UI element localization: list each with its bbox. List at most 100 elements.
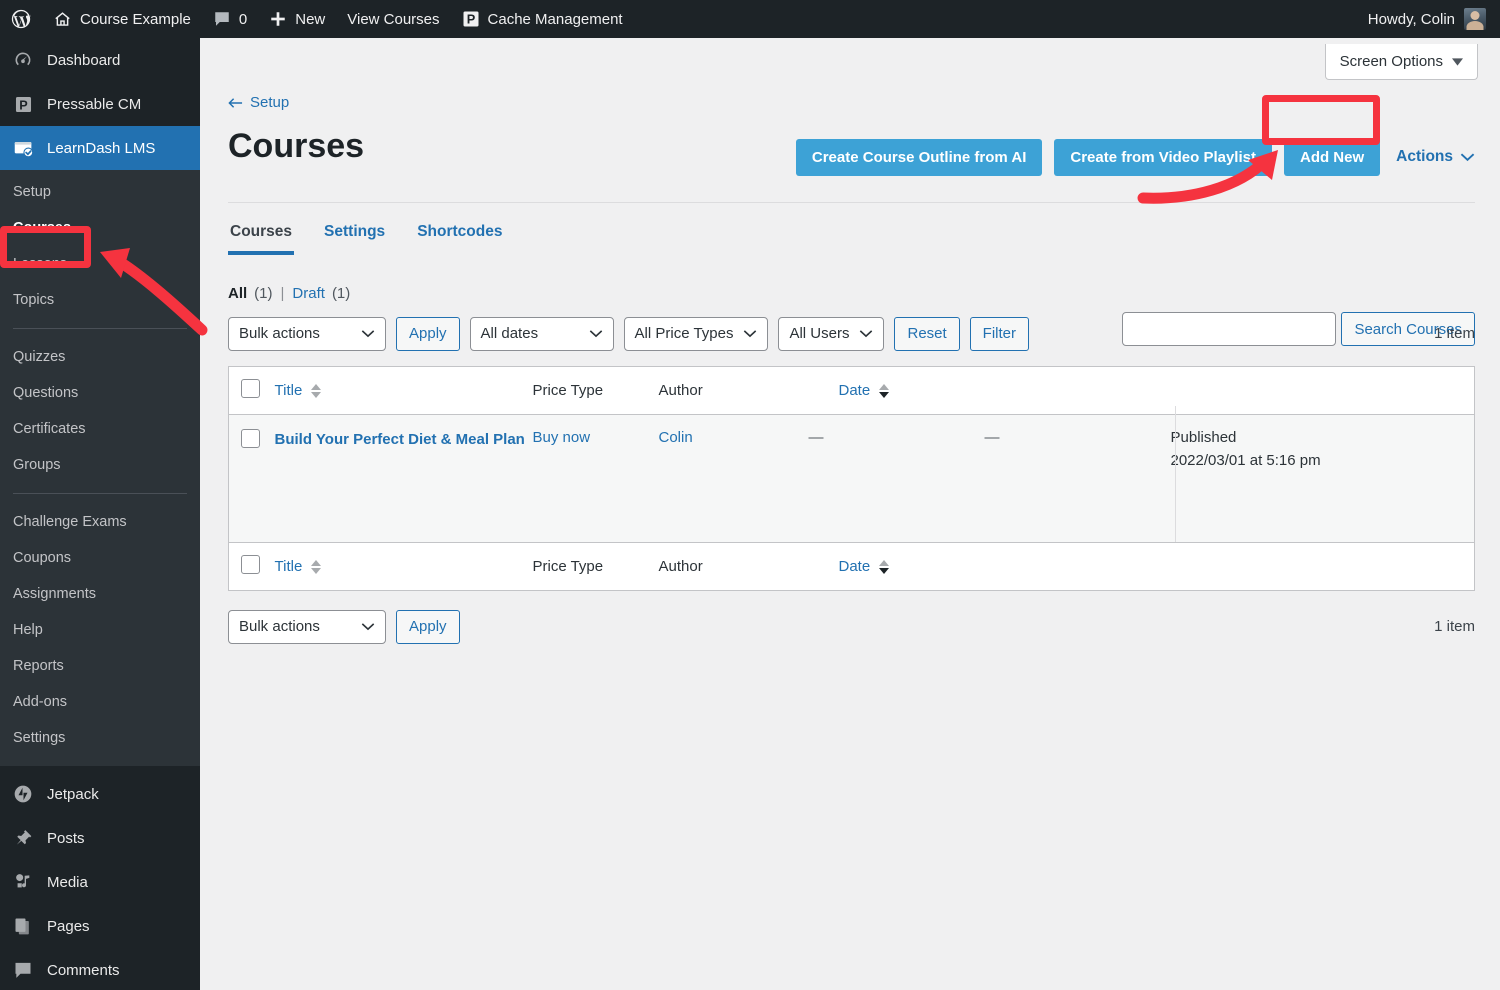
pin-icon (12, 828, 34, 848)
sidebar-subitem-help[interactable]: Help (0, 612, 200, 648)
sidebar-subitem-label: Settings (13, 730, 66, 746)
sidebar-subitem-reports[interactable]: Reports (0, 648, 200, 684)
apply-button-bottom[interactable]: Apply (396, 609, 460, 644)
column-header-price-type: Price Type (533, 366, 659, 414)
chevron-down-icon (361, 622, 375, 631)
learndash-submenu: Setup Courses Lessons Topics Quizzes Que… (0, 170, 200, 766)
sidebar-item-media[interactable]: Media (0, 860, 200, 904)
sidebar-subitem-label: Quizzes (13, 349, 66, 365)
tablenav-bottom: Bulk actions Apply 1 item (228, 607, 1475, 647)
select-all-header (229, 366, 275, 414)
select-all-checkbox[interactable] (241, 378, 260, 398)
status-link-draft[interactable]: Draft (292, 285, 325, 302)
tab-shortcodes[interactable]: Shortcodes (415, 217, 504, 255)
sidebar-item-pages[interactable]: Pages (0, 904, 200, 948)
course-title-link[interactable]: Build Your Perfect Diet & Meal Plan (275, 429, 525, 451)
status-count-draft: (1) (331, 284, 351, 302)
all-price-types-select[interactable]: All Price Types (623, 316, 769, 351)
new-label: New (295, 10, 326, 28)
select-all-footer (229, 542, 275, 590)
pressable-p-icon: P (462, 10, 480, 28)
page-title: Courses (228, 126, 365, 165)
column-label: Date (838, 381, 871, 399)
actions-dropdown[interactable]: Actions (1392, 148, 1475, 166)
chevron-down-icon (859, 329, 873, 338)
sidebar-item-label: Posts (47, 829, 85, 847)
status-link-all[interactable]: All (228, 285, 247, 302)
sidebar-subitem-courses[interactable]: Courses (0, 210, 200, 246)
sidebar-item-pressable-cm[interactable]: P Pressable CM (0, 82, 200, 126)
column-header-title[interactable]: Title (275, 366, 533, 414)
select-all-checkbox-footer[interactable] (241, 554, 260, 574)
column-footer-author: Author (659, 542, 809, 590)
all-users-select[interactable]: All Users (778, 316, 885, 351)
create-from-video-playlist-button[interactable]: Create from Video Playlist (1054, 138, 1272, 176)
sidebar-subitem-add-ons[interactable]: Add-ons (0, 684, 200, 720)
submenu-divider-2 (13, 493, 187, 494)
sidebar-subitem-label: Assignments (13, 586, 97, 602)
column-footer-title[interactable]: Title (275, 542, 533, 590)
sidebar-subitem-questions[interactable]: Questions (0, 375, 200, 411)
bulk-actions-select-bottom[interactable]: Bulk actions (228, 609, 386, 644)
table-footer-row: Title Price Type Author Date (228, 542, 1475, 590)
sidebar-subitem-challenge-exams[interactable]: Challenge Exams (0, 504, 200, 540)
column-header-date[interactable]: Date (839, 366, 1475, 414)
sidebar-item-comments[interactable]: Comments (0, 948, 200, 990)
sidebar-subitem-quizzes[interactable]: Quizzes (0, 339, 200, 375)
new-content-menu[interactable]: New (258, 0, 336, 38)
sidebar-subitem-settings[interactable]: Settings (0, 720, 200, 756)
column-label: Title (274, 381, 303, 399)
learndash-icon (12, 138, 34, 159)
sidebar-item-jetpack[interactable]: Jetpack (0, 772, 200, 816)
author-link[interactable]: Colin (659, 429, 693, 446)
sidebar-item-learndash-lms[interactable]: LearnDash LMS (0, 126, 200, 170)
sidebar-item-label: Comments (47, 961, 120, 979)
apply-button-top[interactable]: Apply (396, 316, 460, 351)
sidebar-subitem-groups[interactable]: Groups (0, 447, 200, 483)
add-new-button[interactable]: Add New (1283, 138, 1381, 176)
status-separator: | (280, 284, 285, 302)
sidebar-subitem-topics[interactable]: Topics (0, 282, 200, 318)
wordpress-logo-menu[interactable] (0, 0, 42, 38)
sidebar-item-label: Pressable CM (47, 95, 142, 113)
price-type-link[interactable]: Buy now (533, 429, 591, 446)
back-to-setup-link[interactable]: Setup (228, 94, 289, 111)
sidebar-subitem-label: Questions (13, 385, 79, 401)
view-courses-menu[interactable]: View Courses (336, 0, 450, 38)
sidebar-subitem-assignments[interactable]: Assignments (0, 576, 200, 612)
sidebar-subitem-certificates[interactable]: Certificates (0, 411, 200, 447)
my-account-menu[interactable]: Howdy, Colin (1368, 8, 1500, 30)
filter-button[interactable]: Filter (969, 316, 1030, 351)
cache-management-menu[interactable]: P Cache Management (451, 0, 634, 38)
sidebar-subitem-label: Reports (13, 658, 64, 674)
sidebar-item-posts[interactable]: Posts (0, 816, 200, 860)
sidebar-subitem-setup[interactable]: Setup (0, 174, 200, 210)
column-header-blank-1 (809, 366, 985, 414)
create-course-outline-from-ai-button[interactable]: Create Course Outline from AI (795, 138, 1043, 176)
cell-title: Build Your Perfect Diet & Meal Plan (275, 414, 533, 542)
wp-admin-bar: Course Example 0 New View Courses P Cach… (0, 0, 1500, 38)
tab-courses[interactable]: Courses (228, 217, 295, 255)
sidebar-subitem-lessons[interactable]: Lessons (0, 246, 200, 282)
bulk-actions-select-top[interactable]: Bulk actions (228, 316, 386, 351)
arrow-left-icon (228, 97, 243, 109)
actions-label: Actions (1396, 148, 1453, 165)
tab-settings[interactable]: Settings (322, 217, 387, 255)
header-divider (228, 201, 1475, 203)
comments-menu[interactable]: 0 (202, 0, 258, 38)
screen-options-button[interactable]: Screen Options (1324, 44, 1478, 80)
table-header-row: Title Price Type Author Date (228, 366, 1475, 414)
column-footer-date[interactable]: Date (839, 542, 1475, 590)
empty-value: — (984, 428, 1000, 446)
column-header-author: Author (659, 366, 809, 414)
all-dates-select[interactable]: All dates (469, 316, 614, 351)
row-checkbox[interactable] (241, 428, 260, 448)
table-column-divider (1175, 406, 1176, 542)
sort-arrows-icon (879, 559, 890, 574)
sidebar-subitem-coupons[interactable]: Coupons (0, 540, 200, 576)
reset-button[interactable]: Reset (894, 316, 960, 351)
sidebar-item-dashboard[interactable]: Dashboard (0, 38, 200, 82)
screen-root: Course Example 0 New View Courses P Cach… (0, 0, 1500, 990)
site-name-menu[interactable]: Course Example (42, 0, 202, 38)
column-label: Price Type (532, 381, 604, 399)
